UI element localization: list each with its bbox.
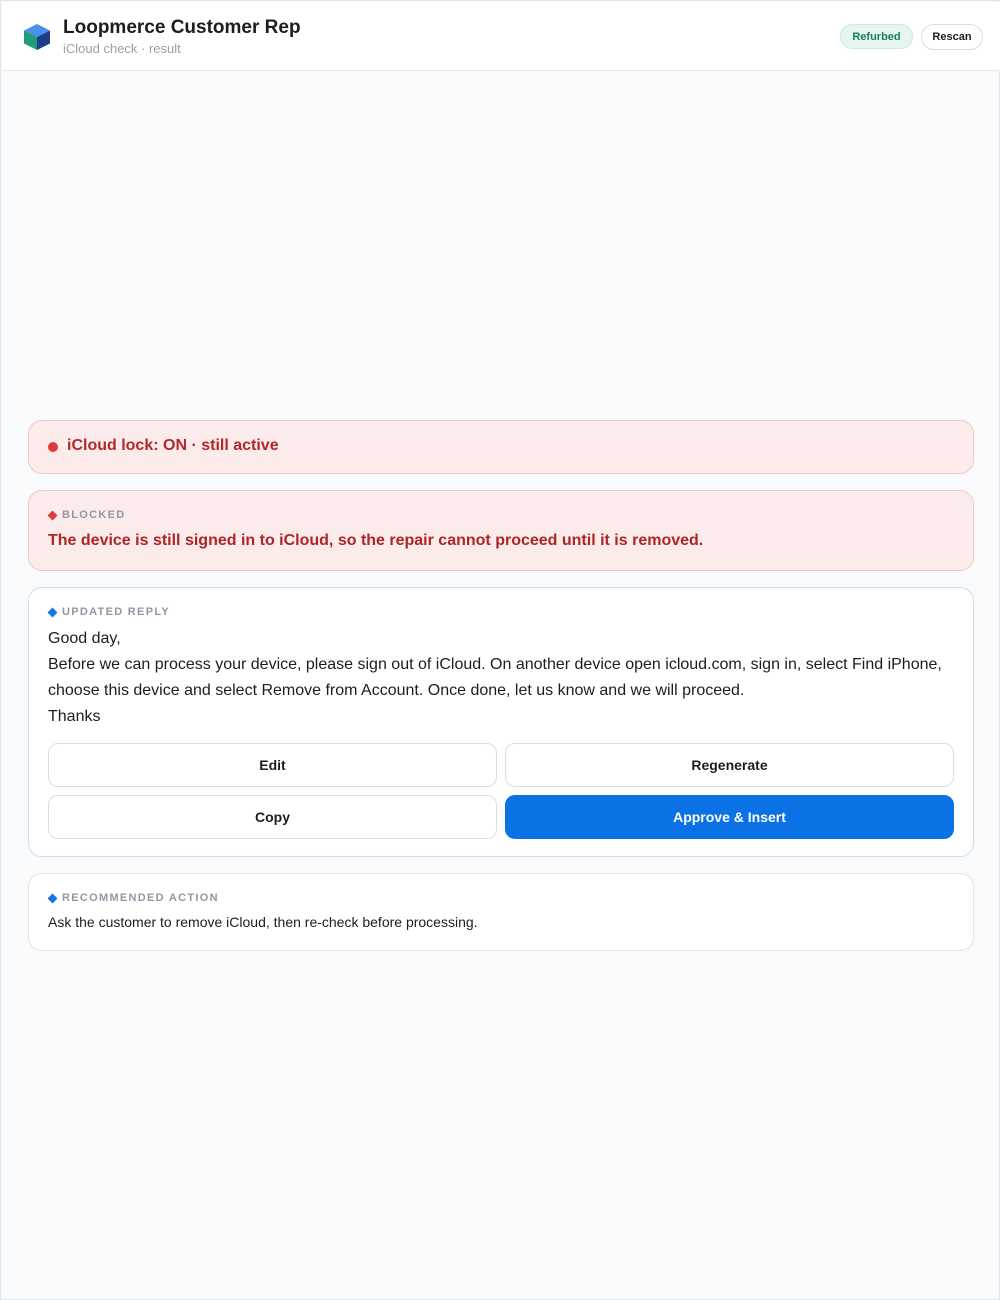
reply-message: Good day, Before we can process your dev…	[48, 626, 958, 730]
recommended-action-card: RECOMMENDED ACTION Ask the customer to r…	[28, 873, 974, 951]
app-header: Loopmerce Customer Rep iCloud check · re…	[2, 2, 1000, 71]
rescan-button[interactable]: Rescan	[921, 24, 983, 50]
blocked-label: BLOCKED	[62, 509, 126, 521]
edit-button[interactable]: Edit	[48, 743, 497, 787]
updated-reply-card: UPDATED REPLY Good day, Before we can pr…	[28, 587, 974, 857]
cube-icon	[24, 24, 50, 50]
diamond-icon	[47, 607, 58, 618]
status-dot-icon	[48, 442, 58, 452]
app-frame: Loopmerce Customer Rep iCloud check · re…	[0, 0, 1000, 1300]
regenerate-button[interactable]: Regenerate	[505, 743, 954, 787]
blocked-message: The device is still signed in to iCloud,…	[48, 532, 704, 549]
app-title: Loopmerce Customer Rep	[63, 17, 301, 38]
diamond-icon	[47, 893, 58, 904]
status-badge: Refurbed	[840, 24, 913, 49]
icloud-lock-status: iCloud lock: ON · still active	[28, 420, 974, 474]
recommended-action-label: RECOMMENDED ACTION	[62, 892, 219, 904]
reply-body-text: Before we can process your device, pleas…	[48, 656, 942, 699]
approve-insert-button[interactable]: Approve & Insert	[505, 795, 954, 839]
updated-reply-label: UPDATED REPLY	[62, 606, 170, 618]
reply-signoff: Thanks	[48, 708, 101, 725]
icloud-lock-text: iCloud lock: ON · still active	[67, 437, 279, 454]
reply-greeting: Good day,	[48, 630, 121, 647]
page-subtitle: iCloud check · result	[63, 41, 181, 56]
blocked-card: BLOCKED The device is still signed in to…	[28, 490, 974, 571]
diamond-icon	[47, 510, 58, 521]
recommended-action-text: Ask the customer to remove iCloud, then …	[48, 914, 478, 930]
copy-button[interactable]: Copy	[48, 795, 497, 839]
